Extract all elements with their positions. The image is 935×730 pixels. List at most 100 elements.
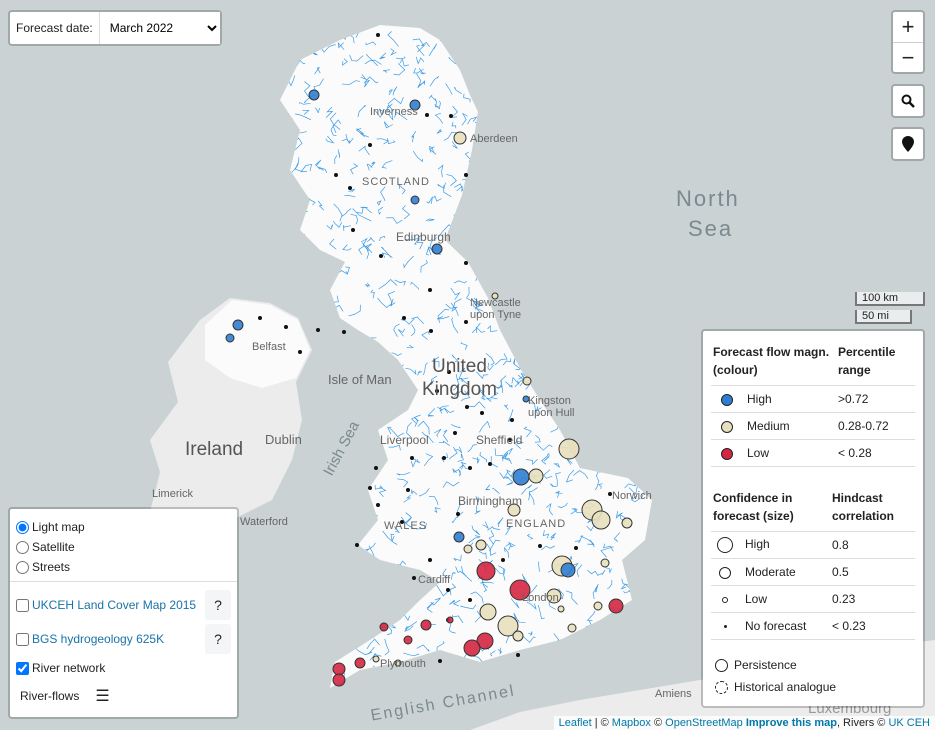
station-no-forecast[interactable]: [429, 329, 433, 333]
station-no-forecast[interactable]: [342, 330, 346, 334]
station-no-forecast[interactable]: [334, 173, 338, 177]
mapbox-link[interactable]: Mapbox: [612, 717, 651, 729]
station-no-forecast[interactable]: [438, 659, 442, 663]
station-no-forecast[interactable]: [510, 418, 514, 422]
station-no-forecast[interactable]: [402, 316, 406, 320]
light-map-radio[interactable]: [16, 520, 29, 534]
station-marker-high[interactable]: [232, 319, 244, 331]
station-no-forecast[interactable]: [516, 653, 520, 657]
station-marker-low[interactable]: [420, 619, 432, 631]
station-no-forecast[interactable]: [446, 588, 450, 592]
station-no-forecast[interactable]: [468, 598, 472, 602]
station-marker-low[interactable]: [476, 561, 496, 581]
station-no-forecast[interactable]: [449, 114, 453, 118]
station-no-forecast[interactable]: [368, 143, 372, 147]
overlay-hydrogeology[interactable]: BGS hydrogeology 625K: [16, 629, 164, 649]
hydrogeology-link[interactable]: BGS hydrogeology 625K: [32, 632, 164, 646]
station-no-forecast[interactable]: [376, 503, 380, 507]
station-marker-medium[interactable]: [557, 605, 565, 613]
satellite-radio[interactable]: [16, 540, 29, 554]
station-marker-medium[interactable]: [621, 517, 633, 529]
station-marker-high[interactable]: [512, 468, 530, 486]
station-no-forecast[interactable]: [574, 546, 578, 550]
station-marker-low[interactable]: [332, 662, 346, 676]
zoom-in-button[interactable]: +: [893, 12, 923, 42]
hydrogeology-help-button[interactable]: ?: [205, 624, 231, 654]
base-streets[interactable]: Streets: [16, 557, 231, 577]
station-marker-medium[interactable]: [475, 539, 487, 551]
station-marker-medium[interactable]: [593, 601, 603, 611]
station-no-forecast[interactable]: [376, 33, 380, 37]
station-marker-medium[interactable]: [372, 655, 380, 663]
station-marker-low[interactable]: [354, 657, 366, 669]
improve-map-link[interactable]: Improve this map: [746, 717, 837, 729]
station-no-forecast[interactable]: [464, 261, 468, 265]
station-no-forecast[interactable]: [368, 486, 372, 490]
station-no-forecast[interactable]: [351, 228, 355, 232]
station-no-forecast[interactable]: [468, 466, 472, 470]
base-satellite[interactable]: Satellite: [16, 537, 231, 557]
station-no-forecast[interactable]: [464, 173, 468, 177]
station-marker-medium[interactable]: [463, 544, 473, 554]
station-no-forecast[interactable]: [465, 405, 469, 409]
station-marker-low[interactable]: [403, 635, 413, 645]
station-marker-medium[interactable]: [479, 603, 497, 621]
station-no-forecast[interactable]: [258, 316, 262, 320]
station-no-forecast[interactable]: [442, 456, 446, 460]
land-cover-checkbox[interactable]: [16, 598, 29, 612]
station-no-forecast[interactable]: [410, 456, 414, 460]
station-marker-high[interactable]: [453, 531, 465, 543]
station-no-forecast[interactable]: [406, 488, 410, 492]
station-no-forecast[interactable]: [501, 558, 505, 562]
station-no-forecast[interactable]: [453, 431, 457, 435]
station-marker-medium[interactable]: [591, 510, 611, 530]
land-cover-link[interactable]: UKCEH Land Cover Map 2015: [32, 598, 196, 612]
station-no-forecast[interactable]: [348, 186, 352, 190]
station-no-forecast[interactable]: [284, 325, 288, 329]
station-marker-medium[interactable]: [453, 131, 467, 145]
station-no-forecast[interactable]: [374, 466, 378, 470]
station-marker-medium[interactable]: [512, 630, 524, 642]
forecast-date-select[interactable]: March 2022: [99, 12, 220, 44]
station-no-forecast[interactable]: [355, 543, 359, 547]
station-marker-medium[interactable]: [600, 558, 610, 568]
station-marker-high[interactable]: [225, 333, 235, 343]
leaflet-link[interactable]: Leaflet: [559, 717, 592, 729]
land-cover-help-button[interactable]: ?: [205, 590, 231, 620]
hydrogeology-checkbox[interactable]: [16, 632, 29, 646]
station-no-forecast[interactable]: [316, 328, 320, 332]
overlay-land-cover[interactable]: UKCEH Land Cover Map 2015: [16, 595, 196, 615]
station-no-forecast[interactable]: [428, 558, 432, 562]
station-marker-low[interactable]: [379, 622, 389, 632]
zoom-out-button[interactable]: −: [893, 42, 923, 72]
overlay-river-network[interactable]: River network: [16, 658, 231, 678]
river-network-checkbox[interactable]: [16, 661, 29, 675]
station-marker-medium[interactable]: [528, 468, 544, 484]
station-marker-low[interactable]: [608, 598, 624, 614]
station-no-forecast[interactable]: [464, 320, 468, 324]
station-marker-low[interactable]: [463, 639, 481, 657]
station-no-forecast[interactable]: [456, 512, 460, 516]
station-no-forecast[interactable]: [488, 462, 492, 466]
station-no-forecast[interactable]: [480, 411, 484, 415]
streets-radio[interactable]: [16, 560, 29, 574]
station-marker-low[interactable]: [446, 616, 454, 624]
station-no-forecast[interactable]: [412, 576, 416, 580]
locate-button[interactable]: [891, 127, 925, 161]
ukceh-link[interactable]: UK CEH: [888, 717, 930, 729]
station-no-forecast[interactable]: [538, 544, 542, 548]
station-marker-high[interactable]: [431, 243, 443, 255]
station-no-forecast[interactable]: [428, 288, 432, 292]
menu-icon[interactable]: ☰: [95, 686, 109, 706]
station-marker-high[interactable]: [410, 195, 420, 205]
osm-link[interactable]: OpenStreetMap: [665, 717, 743, 729]
station-marker-high[interactable]: [308, 89, 320, 101]
station-marker-medium[interactable]: [567, 623, 577, 633]
base-light-map[interactable]: Light map: [16, 517, 231, 537]
station-no-forecast[interactable]: [425, 113, 429, 117]
station-no-forecast[interactable]: [379, 254, 383, 258]
station-marker-low[interactable]: [332, 673, 346, 687]
station-marker-high[interactable]: [560, 562, 576, 578]
station-no-forecast[interactable]: [298, 350, 302, 354]
search-button[interactable]: [891, 84, 925, 118]
